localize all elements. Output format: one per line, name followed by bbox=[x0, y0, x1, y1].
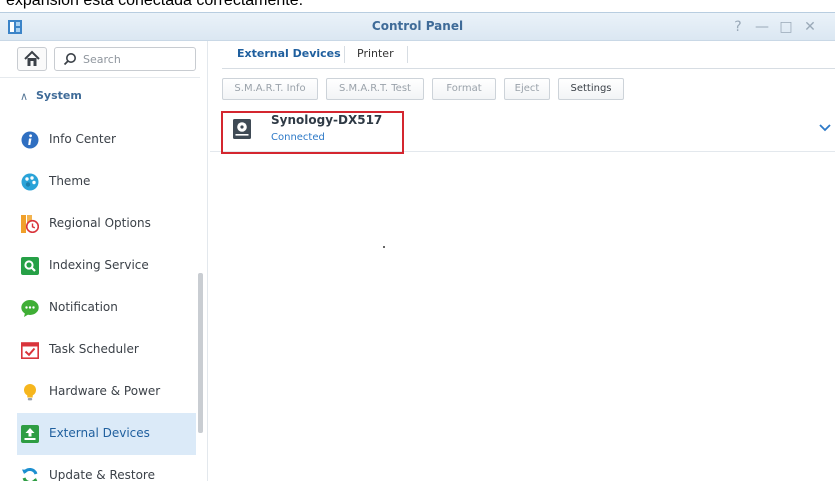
search-placeholder: Search bbox=[83, 53, 121, 66]
sidebar-item-regional-options[interactable]: Regional Options bbox=[17, 203, 196, 245]
tab-printer[interactable]: Printer bbox=[357, 47, 394, 60]
tab-divider bbox=[407, 46, 408, 63]
highlight-annotation bbox=[221, 111, 404, 154]
control-panel-window: Control Panel ? — □ ✕ Search ∧ System In… bbox=[0, 12, 835, 481]
window-title: Control Panel bbox=[371, 19, 464, 33]
maximize-button[interactable]: □ bbox=[777, 18, 795, 36]
minimize-button[interactable]: — bbox=[753, 18, 771, 36]
sidebar-item-label: Indexing Service bbox=[49, 258, 149, 272]
caption-text: expansión está conectada correctamente. bbox=[6, 0, 304, 9]
sidebar-item-hardware-power[interactable]: Hardware & Power bbox=[17, 371, 196, 413]
upload-box-icon bbox=[21, 425, 39, 443]
search-input[interactable]: Search bbox=[54, 47, 196, 71]
sidebar-item-update-restore[interactable]: Update & Restore bbox=[17, 455, 196, 481]
calendar-check-icon bbox=[21, 342, 39, 359]
search-icon bbox=[63, 53, 76, 66]
chevron-up-icon: ∧ bbox=[20, 90, 29, 103]
regional-clock-icon bbox=[21, 215, 39, 233]
sidebar-item-indexing-service[interactable]: Indexing Service bbox=[17, 245, 196, 287]
sidebar-item-label: Update & Restore bbox=[49, 468, 155, 481]
chat-bubble-icon bbox=[21, 300, 39, 317]
close-button[interactable]: ✕ bbox=[801, 18, 819, 36]
sidebar-item-notification[interactable]: Notification bbox=[17, 287, 196, 329]
sidebar-item-label: Theme bbox=[49, 174, 91, 188]
sidebar-item-external-devices[interactable]: External Devices bbox=[17, 413, 196, 455]
sidebar-item-task-scheduler[interactable]: Task Scheduler bbox=[17, 329, 196, 371]
section-label: System bbox=[36, 89, 82, 102]
home-button[interactable] bbox=[17, 47, 47, 71]
sidebar-item-theme[interactable]: Theme bbox=[17, 161, 196, 203]
smart-info-button[interactable]: S.M.A.R.T. Info bbox=[222, 78, 318, 100]
smart-test-button[interactable]: S.M.A.R.T. Test bbox=[326, 78, 424, 100]
indexing-icon bbox=[21, 257, 39, 275]
stray-dot bbox=[383, 246, 385, 248]
palette-icon bbox=[21, 173, 39, 191]
refresh-icon bbox=[22, 467, 38, 481]
sidebar-scrollbar[interactable] bbox=[198, 273, 203, 433]
title-bar: Control Panel ? — □ ✕ bbox=[0, 12, 835, 41]
sidebar-item-label: Hardware & Power bbox=[49, 384, 161, 398]
lightbulb-icon bbox=[24, 384, 36, 401]
help-button[interactable]: ? bbox=[729, 18, 747, 36]
sidebar-item-label: Regional Options bbox=[49, 216, 151, 230]
chevron-down-icon[interactable] bbox=[819, 123, 831, 133]
tab-divider bbox=[344, 46, 345, 63]
sidebar-item-label: Notification bbox=[49, 300, 118, 314]
sidebar-item-info-center[interactable]: Info Center bbox=[17, 119, 196, 161]
format-button[interactable]: Format bbox=[432, 78, 496, 100]
info-icon bbox=[21, 131, 39, 149]
sidebar: Search ∧ System Info Center Theme Region… bbox=[0, 41, 208, 481]
home-icon bbox=[24, 50, 40, 66]
sidebar-item-label: Info Center bbox=[49, 132, 116, 146]
tab-underline bbox=[222, 68, 835, 69]
settings-button[interactable]: Settings bbox=[558, 78, 624, 100]
sidebar-item-label: Task Scheduler bbox=[49, 342, 139, 356]
section-system-toggle[interactable]: ∧ System bbox=[0, 77, 200, 113]
tab-external-devices[interactable]: External Devices bbox=[237, 47, 341, 60]
eject-button[interactable]: Eject bbox=[504, 78, 550, 100]
sidebar-item-label: External Devices bbox=[49, 426, 150, 440]
